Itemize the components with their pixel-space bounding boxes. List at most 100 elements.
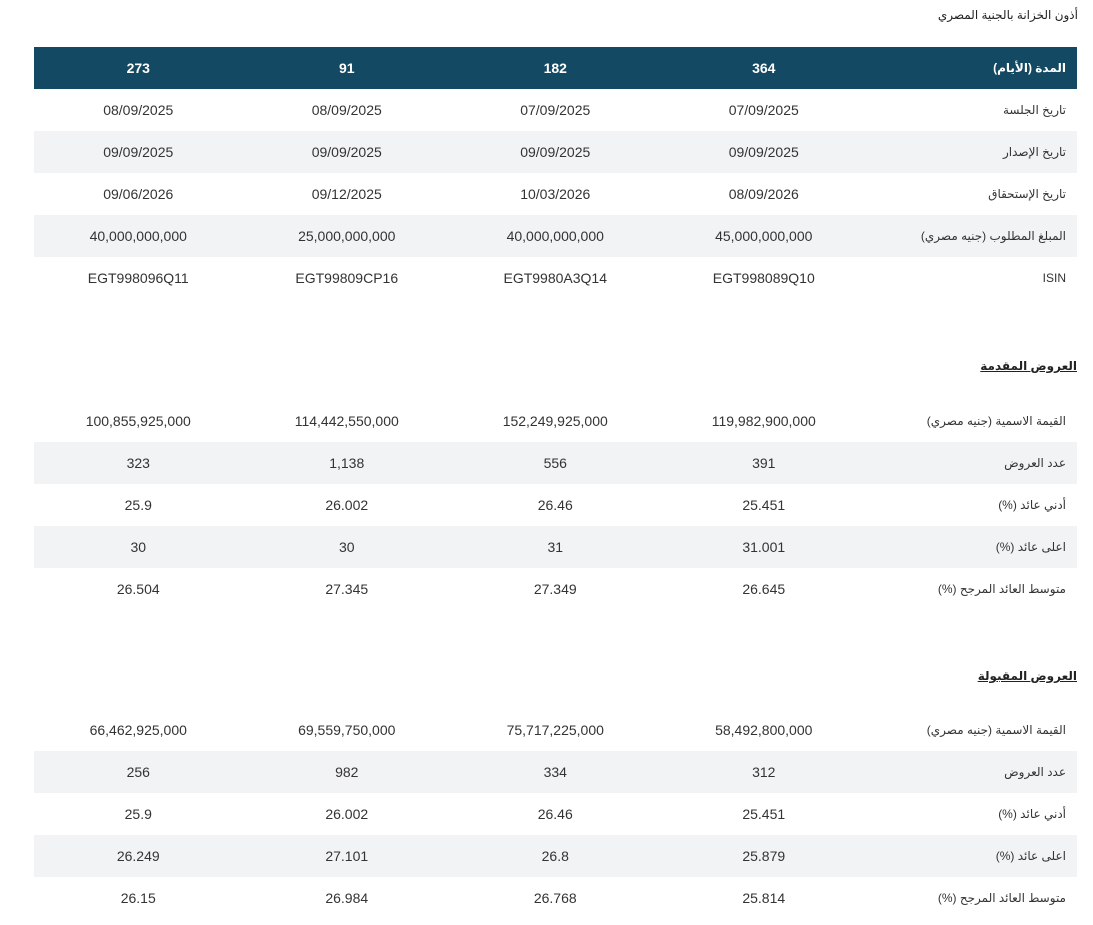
table-row: القيمة الاسمية (جنيه مصري) 58,492,800,00… (34, 709, 1077, 751)
table-cell: 1,138 (329, 455, 365, 471)
table-cell: 07/09/2025 (520, 102, 591, 118)
table-row: تاريخ الإصدار 09/09/2025 09/09/2025 09/0… (34, 131, 1077, 173)
table-cell: 66,462,925,000 (89, 722, 187, 738)
header-label: المدة (الأيام) (993, 61, 1066, 75)
table-cell: 08/09/2025 (311, 102, 382, 118)
table-cell: EGT998096Q11 (87, 270, 189, 286)
table-cell: 323 (126, 455, 150, 471)
table-cell: 100,855,925,000 (85, 413, 191, 429)
table-cell: 40,000,000,000 (506, 228, 604, 244)
table-header-row: المدة (الأيام) 364 182 91 273 (34, 47, 1077, 89)
table-row: متوسط العائد المرجح (%) 26.645 27.349 27… (34, 568, 1077, 610)
table-row: تاريخ الجلسة 07/09/2025 07/09/2025 08/09… (34, 89, 1077, 131)
header-cell: 91 (338, 60, 355, 76)
table-cell: 30 (338, 539, 355, 555)
row-label: متوسط العائد المرجح (%) (937, 582, 1066, 596)
table-cell: 25.814 (742, 890, 786, 906)
table-cell: 25.9 (124, 806, 152, 822)
table-cell: 25.451 (742, 806, 786, 822)
table-cell: 07/09/2025 (728, 102, 799, 118)
table-row: المبلغ المطلوب (جنيه مصري) 45,000,000,00… (34, 215, 1077, 257)
main-table: المدة (الأيام) 364 182 91 273 تاريخ الجل… (34, 47, 1077, 299)
table-cell: 45,000,000,000 (715, 228, 813, 244)
table-row: عدد العروض 312 334 982 256 (34, 751, 1077, 793)
table-cell: 26.645 (742, 581, 786, 597)
row-label: أدني عائد (%) (998, 807, 1066, 821)
row-label: أدني عائد (%) (998, 498, 1066, 512)
table-cell: 25.9 (124, 497, 152, 513)
header-cell: 364 (752, 60, 776, 76)
row-label: متوسط العائد المرجح (%) (937, 891, 1066, 905)
table-cell: 75,717,225,000 (506, 722, 604, 738)
row-label: عدد العروض (1004, 456, 1066, 470)
header-cell: 273 (126, 60, 150, 76)
row-label: تاريخ الإستحقاق (988, 187, 1066, 201)
table-cell: 391 (752, 455, 776, 471)
header-cell: 182 (543, 60, 567, 76)
table-cell: EGT998089Q10 (712, 270, 815, 286)
row-label: القيمة الاسمية (جنيه مصري) (926, 723, 1066, 737)
table-cell: 40,000,000,000 (89, 228, 187, 244)
table-row: متوسط العائد المرجح (%) 25.814 26.768 26… (34, 877, 1077, 919)
table-row: ISIN EGT998089Q10 EGT9980A3Q14 EGT99809C… (34, 257, 1077, 299)
section-title-offers-submitted: العروض المقدمة (980, 359, 1077, 373)
table-cell: 26.46 (537, 806, 573, 822)
row-label: عدد العروض (1004, 765, 1066, 779)
table-cell: 556 (543, 455, 567, 471)
table-cell: 09/09/2025 (103, 144, 174, 160)
row-label: ISIN (1042, 271, 1066, 285)
row-label: تاريخ الجلسة (1002, 103, 1066, 117)
table-cell: EGT9980A3Q14 (503, 270, 607, 286)
table-cell: 26.002 (325, 497, 369, 513)
table-cell: 08/09/2026 (728, 186, 799, 202)
table-cell: 152,249,925,000 (502, 413, 608, 429)
page-title: أذون الخزانة بالجنية المصري (937, 8, 1078, 22)
table-cell: 27.345 (325, 581, 369, 597)
table-cell: 26.768 (533, 890, 577, 906)
row-label: القيمة الاسمية (جنيه مصري) (926, 414, 1066, 428)
table-cell: 09/06/2026 (103, 186, 174, 202)
row-label: اعلى عائد (%) (995, 849, 1066, 863)
table-cell: 58,492,800,000 (715, 722, 813, 738)
section-title-offers-accepted: العروض المقبولة (977, 669, 1077, 683)
table-cell: 334 (543, 764, 567, 780)
table-cell: 256 (126, 764, 150, 780)
table-cell: 25.879 (742, 848, 786, 864)
table-cell: 982 (335, 764, 359, 780)
table-cell: 114,442,550,000 (294, 413, 399, 429)
table-cell: 26.15 (120, 890, 156, 906)
table-cell: 69,559,750,000 (298, 722, 396, 738)
table-row: عدد العروض 391 556 1,138 323 (34, 442, 1077, 484)
row-label: المبلغ المطلوب (جنيه مصري) (920, 229, 1066, 243)
table-cell: 27.101 (325, 848, 369, 864)
row-label: تاريخ الإصدار (1002, 145, 1066, 159)
table-cell: 26.46 (537, 497, 573, 513)
table-cell: 31 (547, 539, 564, 555)
table-cell: 31.001 (742, 539, 786, 555)
table-row: القيمة الاسمية (جنيه مصري) 119,982,900,0… (34, 400, 1077, 442)
table-cell: 26.504 (116, 581, 160, 597)
table-cell: EGT99809CP16 (295, 270, 399, 286)
table-cell: 119,982,900,000 (711, 413, 816, 429)
table-cell: 26.984 (325, 890, 369, 906)
table-cell: 09/09/2025 (311, 144, 382, 160)
offers-submitted-table: القيمة الاسمية (جنيه مصري) 119,982,900,0… (34, 400, 1077, 610)
row-label: اعلى عائد (%) (995, 540, 1066, 554)
table-row: اعلى عائد (%) 25.879 26.8 27.101 26.249 (34, 835, 1077, 877)
table-cell: 26.8 (541, 848, 569, 864)
table-row: أدني عائد (%) 25.451 26.46 26.002 25.9 (34, 793, 1077, 835)
offers-accepted-table: القيمة الاسمية (جنيه مصري) 58,492,800,00… (34, 709, 1077, 919)
table-cell: 25,000,000,000 (298, 228, 396, 244)
table-cell: 27.349 (533, 581, 577, 597)
table-cell: 26.249 (116, 848, 160, 864)
table-cell: 09/09/2025 (520, 144, 591, 160)
table-cell: 25.451 (742, 497, 786, 513)
table-row: تاريخ الإستحقاق 08/09/2026 10/03/2026 09… (34, 173, 1077, 215)
table-cell: 08/09/2025 (103, 102, 174, 118)
table-cell: 30 (130, 539, 147, 555)
table-row: أدني عائد (%) 25.451 26.46 26.002 25.9 (34, 484, 1077, 526)
table-cell: 10/03/2026 (520, 186, 591, 202)
table-row: اعلى عائد (%) 31.001 31 30 30 (34, 526, 1077, 568)
table-cell: 09/09/2025 (728, 144, 799, 160)
table-cell: 09/12/2025 (311, 186, 382, 202)
